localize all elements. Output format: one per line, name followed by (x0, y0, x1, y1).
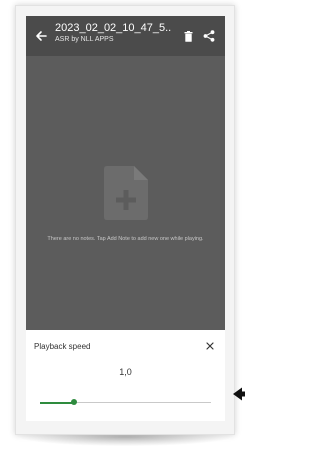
playback-speed-title: Playback speed (34, 342, 91, 351)
share-button[interactable] (199, 26, 219, 46)
app-screen: 2023_02_02_10_47_5.. ASR by NLL APPS The… (26, 16, 225, 421)
empty-notes-message: There are no notes. Tap Add Note to add … (47, 236, 204, 242)
delete-button[interactable] (179, 26, 197, 46)
app-bar-title-block: 2023_02_02_10_47_5.. ASR by NLL APPS (55, 21, 177, 53)
playback-speed-slider[interactable] (40, 398, 211, 408)
screenshot-canvas: 2023_02_02_10_47_5.. ASR by NLL APPS The… (0, 0, 245, 451)
close-icon (206, 342, 214, 350)
playback-speed-sheet: Playback speed 1,0 (26, 330, 225, 421)
arrow-back-icon (36, 31, 47, 41)
share-icon (203, 30, 215, 42)
empty-notes-state: There are no notes. Tap Add Note to add … (26, 166, 225, 243)
add-document-icon (103, 166, 148, 220)
trash-icon (184, 30, 192, 42)
pointer-arrow-icon (233, 387, 245, 401)
recording-title: 2023_02_02_10_47_5.. (55, 22, 172, 34)
close-button[interactable] (203, 339, 217, 353)
back-button[interactable] (31, 26, 51, 46)
recording-subtitle: ASR by NLL APPS (55, 36, 114, 43)
slider-fill (40, 402, 75, 404)
device-frame: 2023_02_02_10_47_5.. ASR by NLL APPS The… (15, 5, 235, 435)
slider-thumb[interactable] (71, 399, 78, 405)
app-bar: 2023_02_02_10_47_5.. ASR by NLL APPS (26, 16, 225, 56)
playback-speed-value: 1,0 (119, 367, 132, 377)
